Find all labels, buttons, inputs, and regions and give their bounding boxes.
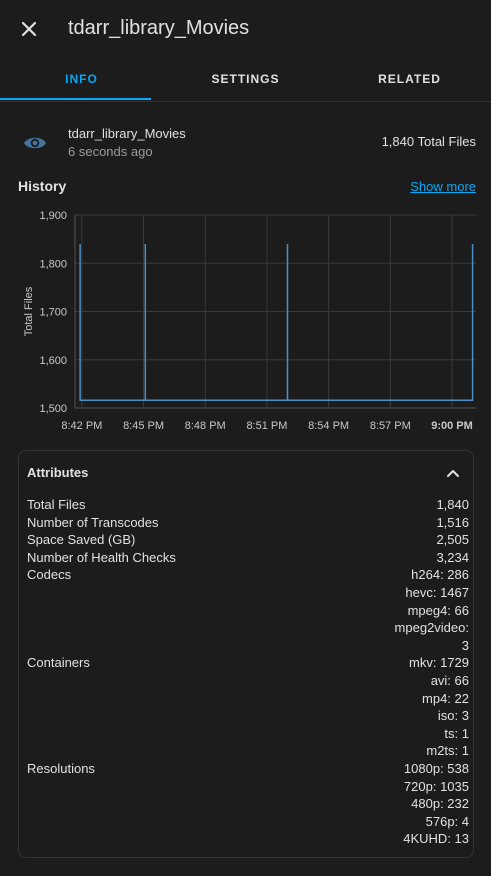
y-tick-label: 1,500 [39, 403, 67, 415]
dialog-header: tdarr_library_Movies [0, 0, 491, 60]
y-tick-label: 1,800 [39, 258, 67, 270]
attributes-title: Attributes [27, 465, 89, 480]
chevron-up-icon[interactable] [443, 463, 463, 483]
attribute-value: 2,505 [436, 531, 469, 549]
attribute-value: h264: 286 hevc: 1467 mpeg4: 66 mpeg2video: 3 [395, 566, 469, 654]
attribute-value-line: mpeg4: 66 [407, 602, 469, 618]
tab-related[interactable]: RELATED [328, 58, 491, 100]
attribute-value-line: h264: 286 [411, 567, 469, 583]
x-tick-label: 8:51 PM [246, 420, 287, 432]
tab-settings[interactable]: SETTINGS [164, 58, 327, 100]
attribute-row: Containers mkv: 1729 avi: 66 mp4: 22 iso: 3t… [27, 654, 469, 760]
attribute-value-line: 720p: 1035 [403, 778, 469, 794]
attribute-key: Total Files [27, 497, 86, 512]
attribute-row: Codecs h264: 286 hevc: 1467 mpeg4: 66 mpeg2v… [27, 566, 469, 654]
attribute-value: 1,840 [436, 496, 469, 514]
attribute-value-line: 1,516 [436, 514, 469, 530]
x-tick-label: 8:57 PM [370, 420, 411, 432]
attribute-value: 3,234 [436, 549, 469, 567]
attributes-list: Total Files 1,840 Number of Transcodes 1,51… [27, 496, 469, 848]
attribute-value-line: 4KUHD: 13 [403, 831, 469, 847]
x-tick-label: 9:00 PM [431, 420, 473, 432]
attribute-row: Number of Transcodes 1,516 [27, 514, 469, 532]
attribute-row: Number of Health Checks 3,234 [27, 549, 469, 567]
last-changed: 6 seconds ago [68, 144, 153, 159]
attribute-value-line: mpeg2video: [394, 620, 469, 636]
attribute-key: Resolutions [27, 760, 95, 776]
entity-state: 1,840 Total Files [381, 134, 476, 149]
attribute-value: 1,516 [436, 514, 469, 532]
x-tick-label: 8:42 PM [61, 420, 102, 432]
entity-name: tdarr_library_Movies [68, 126, 186, 141]
y-tick-label: 1,700 [39, 307, 67, 319]
y-tick-label: 1,900 [39, 210, 67, 222]
tab-info[interactable]: INFO [0, 58, 163, 100]
attribute-key: Number of Transcodes [27, 514, 159, 530]
eye-icon [22, 132, 48, 154]
attribute-key: Space Saved (GB) [27, 532, 136, 548]
tab-bar: INFO SETTINGS RELATED [0, 58, 491, 102]
attribute-value-line: 3 [461, 637, 469, 653]
attribute-value-line: mkv: 1729 [409, 655, 469, 671]
attribute-row: Resolutions 1080p: 538 720p: 1035 480p: 232… [27, 760, 469, 848]
show-more-link[interactable]: Show more [410, 179, 476, 194]
tab-indicator [0, 98, 151, 100]
attribute-value: mkv: 1729 avi: 66 mp4: 22 iso: 3 ts: 1 m2ts: … [409, 654, 469, 760]
attribute-value-line: hevc: 1467 [405, 584, 469, 600]
dialog-title: tdarr_library_Movies [68, 17, 250, 39]
attributes-card: Attributes Total Files 1,840 Number of Tra… [18, 450, 474, 858]
attribute-value-line: 2,505 [436, 532, 469, 548]
attribute-value-line: 576p: 4 [425, 813, 469, 829]
y-axis-label: Total Files [23, 286, 35, 336]
attribute-value-line: mp4: 22 [422, 690, 469, 706]
history-title: History [18, 178, 67, 194]
y-tick-label: 1,600 [39, 355, 67, 367]
x-tick-label: 8:45 PM [123, 420, 164, 432]
attribute-row: Space Saved (GB) 2,505 [27, 531, 469, 549]
attribute-value-line: avi: 66 [430, 672, 469, 688]
close-icon[interactable] [16, 16, 42, 42]
attribute-value-line: ts: 1 [444, 725, 469, 741]
attribute-value-line: 3,234 [436, 549, 469, 565]
entity-row: tdarr_library_Movies 6 seconds ago 1,840… [0, 116, 491, 168]
attribute-value: 1080p: 538 720p: 1035 480p: 232 576p: 4 4KUH… [403, 760, 469, 848]
attribute-key: Containers [27, 655, 90, 671]
attribute-value-line: 480p: 232 [411, 796, 469, 812]
attribute-value-line: 1,840 [436, 497, 469, 512]
attribute-value-line: m2ts: 1 [426, 743, 469, 759]
attribute-value-line: 1080p: 538 [403, 760, 469, 776]
x-tick-label: 8:54 PM [308, 420, 349, 432]
series-line [79, 244, 474, 402]
attribute-value-line: iso: 3 [437, 708, 469, 724]
x-tick-label: 8:48 PM [185, 420, 226, 432]
attribute-key: Number of Health Checks [27, 549, 176, 565]
attribute-row: Total Files 1,840 [27, 496, 469, 514]
attribute-key: Codecs [27, 567, 72, 583]
history-chart[interactable]: 1,500 1,600 1,700 1,800 1,900 8:42 PM 8:45 PM 8… [0, 200, 491, 440]
